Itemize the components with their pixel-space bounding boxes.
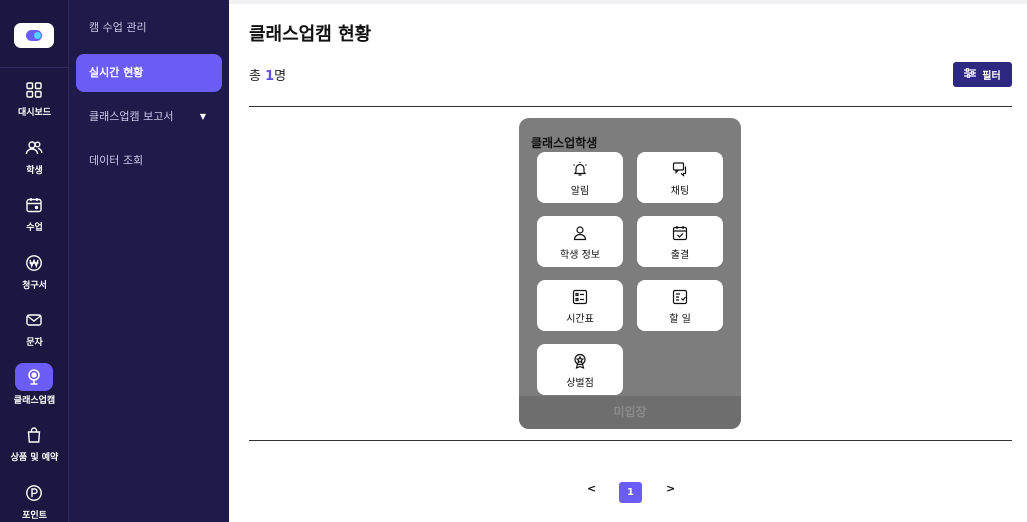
action-label: 상벌점 <box>566 378 594 389</box>
action-attendance-button[interactable]: 출결 <box>637 216 723 267</box>
checklist-icon <box>672 289 688 305</box>
submenu-item-live-status[interactable]: 실시간 현황 <box>76 54 222 92</box>
rail-item-classupcam[interactable]: 클래스업캠 <box>0 363 69 423</box>
rail-item-messages[interactable]: 문자 <box>0 311 69 365</box>
rail-item-invoices[interactable]: 청구서 <box>0 254 69 308</box>
logo-dot <box>34 32 41 39</box>
submenu-item-label: 클래스업캠 보고서 <box>89 110 174 123</box>
next-page-button[interactable]: > <box>666 482 675 495</box>
action-chat-button[interactable]: 채팅 <box>637 152 723 203</box>
action-timetable-button[interactable]: 시간표 <box>537 280 623 331</box>
rail-item-products[interactable]: 상품 및 예약 <box>0 426 69 480</box>
mail-icon <box>25 311 43 329</box>
count-prefix: 총 <box>249 69 266 84</box>
submenu-item-label: 데이터 조회 <box>89 154 144 167</box>
divider-bottom <box>249 440 1012 441</box>
action-label: 할 일 <box>669 314 691 325</box>
page-1-button[interactable]: 1 <box>619 482 642 503</box>
rail-item-label: 상품 및 예약 <box>10 453 59 463</box>
webcam-icon <box>25 368 43 386</box>
rail-item-label: 문자 <box>26 338 43 348</box>
rail-item-label: 학생 <box>26 166 43 176</box>
rail-item-label: 수업 <box>26 223 43 233</box>
won-icon <box>25 254 43 272</box>
submenu-item-label: 캠 수업 관리 <box>89 21 147 34</box>
submenu-item-reports[interactable]: 클래스업캠 보고서 ▼ <box>76 98 222 136</box>
caret-down-icon: ▼ <box>199 112 206 121</box>
filter-label: 필터 <box>982 71 1001 82</box>
rail-item-students[interactable]: 학생 <box>0 139 69 193</box>
schedule-list-icon <box>572 289 588 305</box>
bell-icon <box>572 161 588 177</box>
chat-icon <box>672 161 688 177</box>
calendar-icon <box>25 196 43 214</box>
action-label: 알림 <box>570 186 590 197</box>
rail-item-label: 청구서 <box>22 281 47 291</box>
entry-status: 미입장 <box>519 396 741 429</box>
app-window: 대시보드 학생 수업 청구서 문자 클래스업캠 상품 및 예약 포인트 캠 수업… <box>0 0 1027 522</box>
submenu: 캠 수업 관리 실시간 현황 클래스업캠 보고서 ▼ 데이터 조회 <box>69 0 229 522</box>
action-label: 시간표 <box>566 314 594 325</box>
grid-icon <box>25 81 43 99</box>
count-suffix: 명 <box>274 69 287 84</box>
medal-icon <box>572 353 588 370</box>
logo-area <box>0 0 69 68</box>
calendar-check-icon <box>672 225 688 241</box>
prev-page-button[interactable]: < <box>587 482 596 495</box>
action-label: 학생 정보 <box>560 250 600 261</box>
filter-button[interactable]: 필터 <box>953 62 1012 87</box>
action-merit-button[interactable]: 상벌점 <box>537 344 623 395</box>
point-icon <box>25 484 43 502</box>
sliders-icon <box>964 68 977 81</box>
bag-icon <box>25 426 43 444</box>
submenu-item-cam-class-management[interactable]: 캠 수업 관리 <box>76 9 222 47</box>
action-label: 채팅 <box>670 186 690 197</box>
action-student-info-button[interactable]: 학생 정보 <box>537 216 623 267</box>
user-icon <box>572 225 588 241</box>
divider-top <box>249 106 1012 107</box>
icon-rail: 대시보드 학생 수업 청구서 문자 클래스업캠 상품 및 예약 포인트 <box>0 0 69 522</box>
main-content: 클래스업캠 현황 총 1명 필터 클래스업학생 알림 채팅 학생 정보 출결 시… <box>229 0 1027 522</box>
users-icon <box>25 139 43 157</box>
rail-item-label: 대시보드 <box>17 108 52 118</box>
student-name: 클래스업학생 <box>531 136 598 150</box>
action-todo-button[interactable]: 할 일 <box>637 280 723 331</box>
rail-item-dashboard[interactable]: 대시보드 <box>0 81 69 135</box>
student-card: 클래스업학생 알림 채팅 학생 정보 출결 시간표 할 일 상벌점 미입장 <box>519 118 741 429</box>
action-alert-button[interactable]: 알림 <box>537 152 623 203</box>
rail-item-label: 클래스업캠 <box>13 396 56 406</box>
submenu-item-label: 실시간 현황 <box>89 66 144 79</box>
action-label: 출결 <box>670 250 690 261</box>
page-title: 클래스업캠 현황 <box>249 24 372 45</box>
rail-item-points[interactable]: 포인트 <box>0 484 69 522</box>
submenu-item-data-lookup[interactable]: 데이터 조회 <box>76 142 222 180</box>
student-count: 총 1명 <box>249 65 286 84</box>
rail-item-label: 포인트 <box>22 511 47 521</box>
rail-item-classes[interactable]: 수업 <box>0 196 69 250</box>
app-logo[interactable] <box>14 23 54 48</box>
count-value: 1 <box>265 69 275 84</box>
